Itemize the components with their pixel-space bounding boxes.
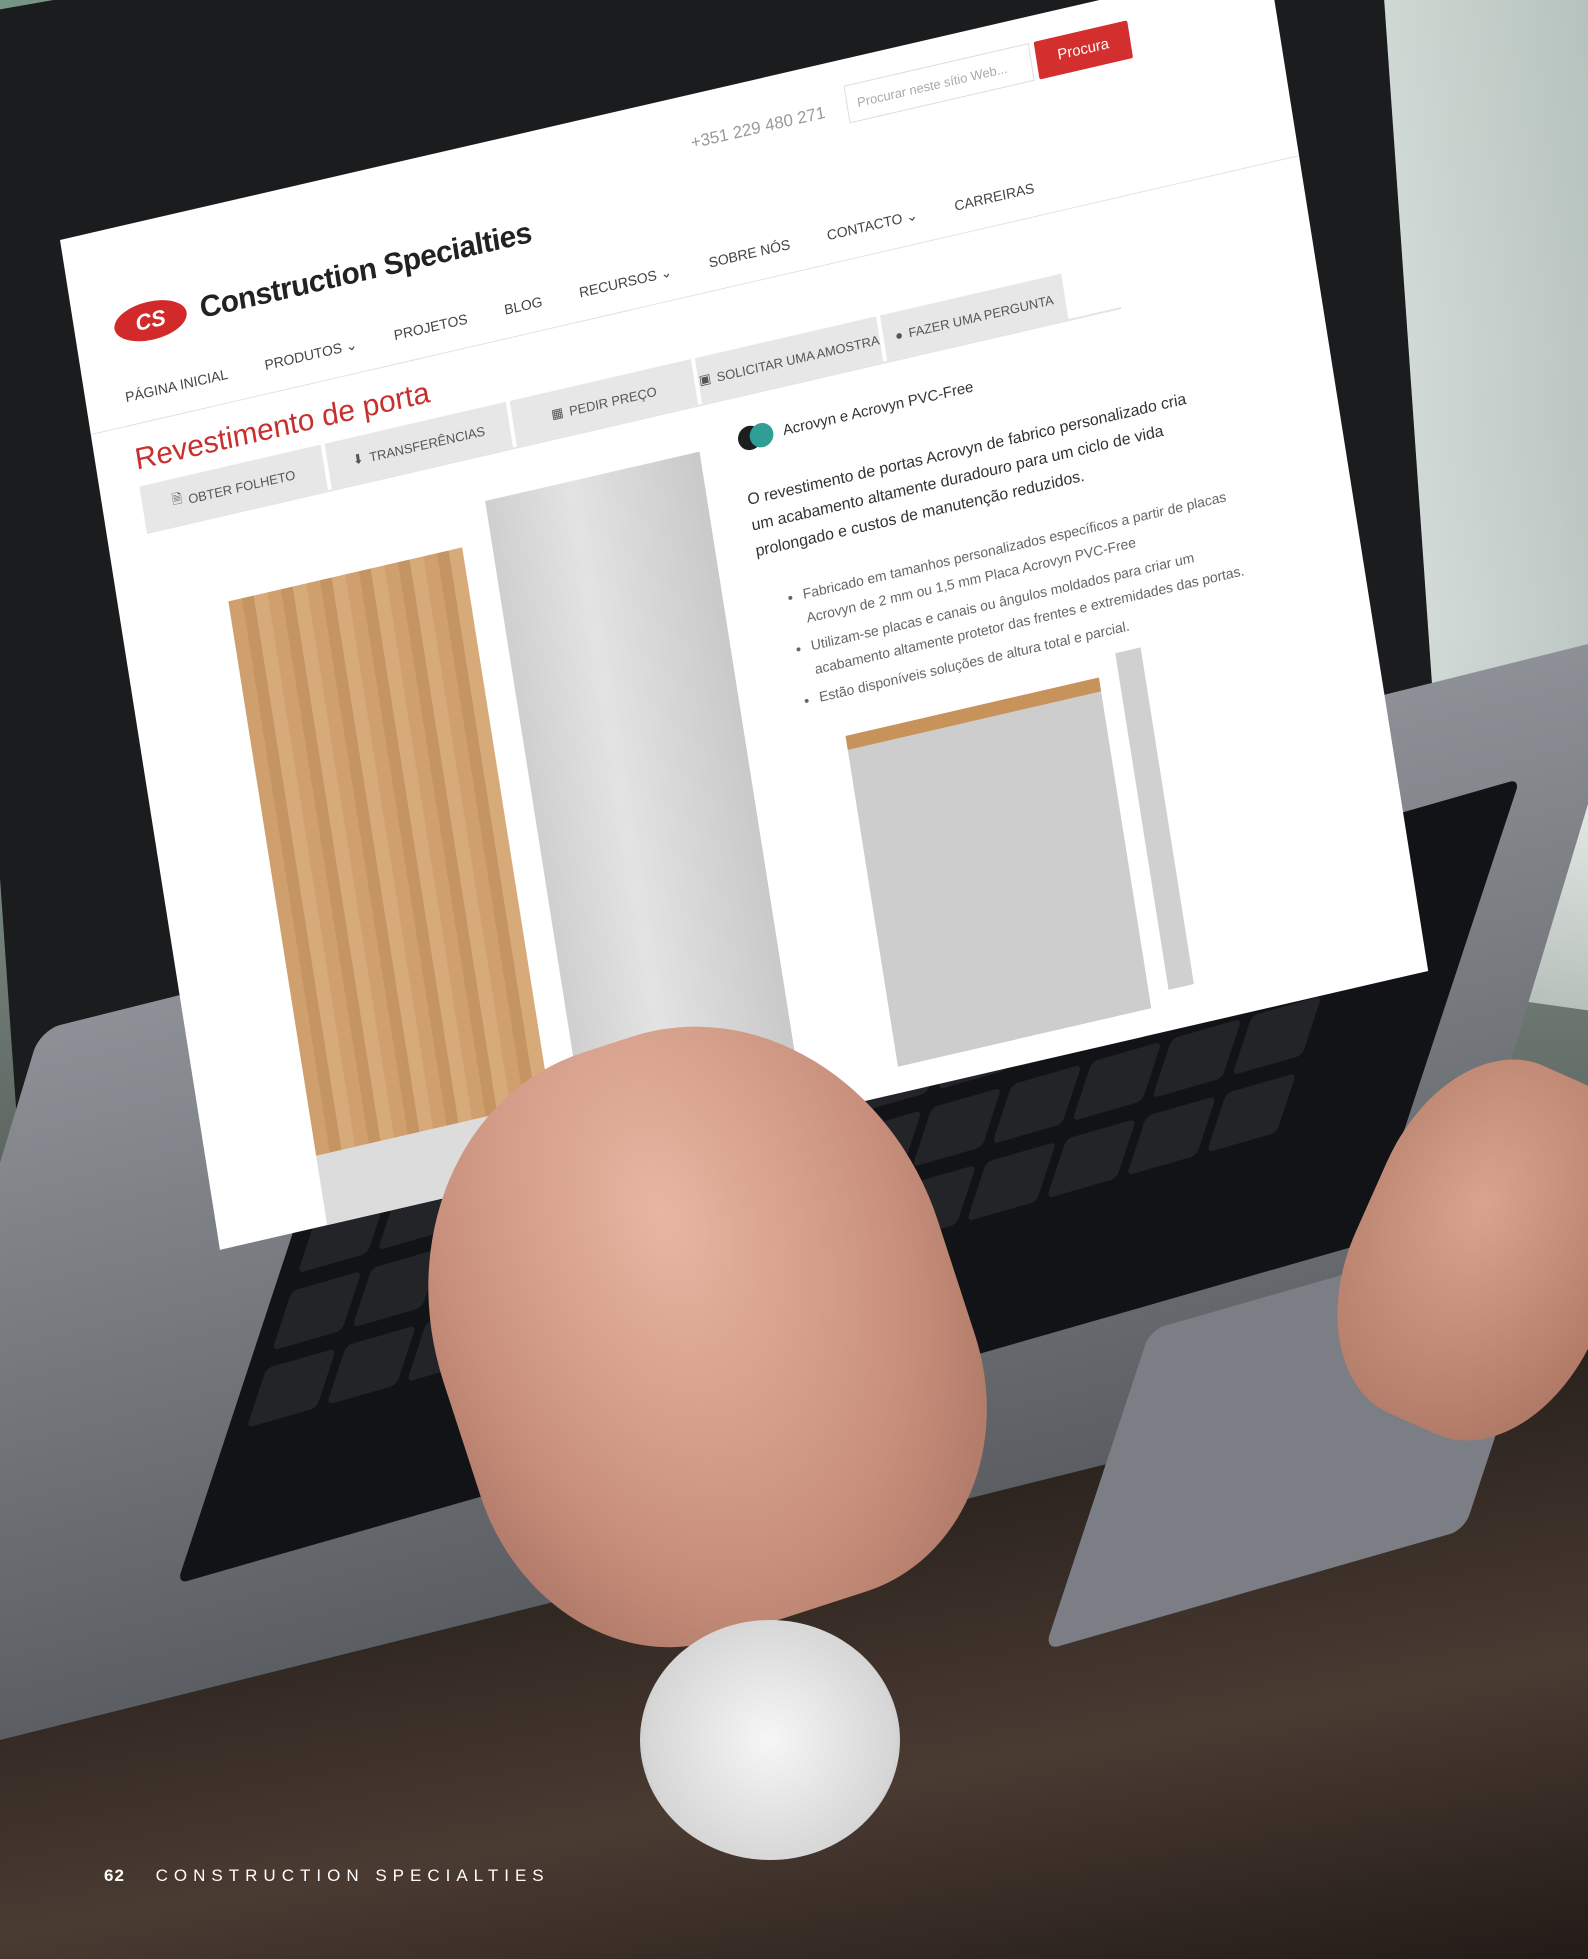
tab-request-price[interactable]: ▦ PEDIR PREÇO <box>509 359 699 447</box>
phone-number[interactable]: +351 229 480 271 <box>690 103 827 154</box>
tab-request-sample[interactable]: ▣ SOLICITAR UMA AMOSTRA <box>694 316 884 404</box>
nav-item-contact[interactable]: CONTACTO ⌄ <box>826 207 919 245</box>
material-swatch-icon <box>736 420 776 453</box>
key <box>326 1325 417 1405</box>
key <box>272 1270 362 1351</box>
tab-label: SOLICITAR UMA AMOSTRA <box>715 331 881 385</box>
key <box>966 1141 1057 1222</box>
user-icon: ● <box>893 326 904 344</box>
tab-label: FAZER UMA PERGUNTA <box>907 291 1055 340</box>
nav-item-products[interactable]: PRODUTOS ⌄ <box>263 336 358 374</box>
door-wood-clad-image <box>228 547 551 1156</box>
nav-item-home[interactable]: PÁGINA INICIAL <box>124 366 229 406</box>
key <box>1072 1041 1162 1122</box>
calculator-icon: ▦ <box>550 404 565 422</box>
nav-item-about[interactable]: SOBRE NÓS <box>708 236 792 272</box>
nav-item-resources[interactable]: RECURSOS ⌄ <box>578 263 673 301</box>
nav-item-projects[interactable]: PROJETOS <box>393 310 469 344</box>
wristwatch <box>640 1620 900 1860</box>
page-number: 62 <box>104 1866 125 1885</box>
key <box>246 1348 337 1428</box>
key <box>992 1064 1082 1145</box>
document-icon: 🗎 <box>170 490 184 508</box>
search-input[interactable]: Procurar neste sítio Web... <box>843 43 1035 124</box>
key <box>912 1087 1002 1168</box>
key <box>1206 1072 1297 1153</box>
tab-ask-question[interactable]: ● FAZER UMA PERGUNTA <box>879 273 1069 362</box>
door-edge-detail-image <box>845 677 1152 1067</box>
gift-icon: ▣ <box>697 370 713 388</box>
download-icon: ⬇ <box>351 450 365 468</box>
nav-item-blog[interactable]: BLOG <box>503 293 544 319</box>
nav-item-careers[interactable]: CARREIRAS <box>953 180 1035 215</box>
search-button[interactable]: Procura <box>1033 20 1134 80</box>
material-name: Acrovyn e Acrovyn PVC-Free <box>781 377 975 439</box>
tab-label: PEDIR PREÇO <box>568 383 658 419</box>
key <box>1126 1095 1217 1176</box>
page-footer: 62 CONSTRUCTION SPECIALTIES <box>104 1866 550 1886</box>
publication-name: CONSTRUCTION SPECIALTIES <box>155 1866 550 1885</box>
key <box>1046 1118 1137 1199</box>
